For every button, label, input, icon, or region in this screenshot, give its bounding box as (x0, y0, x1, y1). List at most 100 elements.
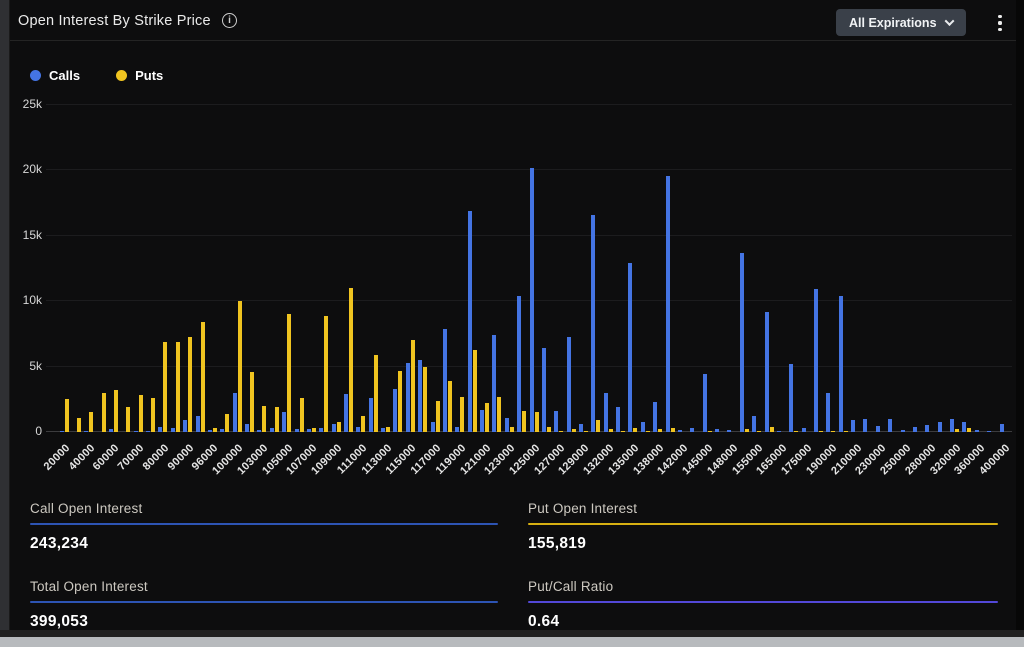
stat-underline (30, 523, 498, 525)
x-tick-40000: 40000 (66, 442, 97, 473)
put-bar-160000 (770, 427, 774, 432)
call-bar-108000 (319, 428, 323, 432)
call-bar-400000 (1000, 424, 1004, 433)
call-bar-240000 (888, 419, 892, 432)
put-bar-50000 (102, 393, 106, 432)
call-bar-165000 (777, 431, 781, 432)
call-bar-180000 (814, 289, 818, 432)
stat-value: 0.64 (528, 613, 998, 631)
put-bar-75000 (151, 398, 155, 432)
put-bar-119000 (460, 397, 464, 432)
y-tick-15k: 15k (12, 228, 42, 242)
stat-label: Total Open Interest (30, 579, 498, 594)
call-bar-200000 (839, 296, 843, 432)
put-bar-98000 (225, 414, 229, 432)
call-bar-122000 (492, 335, 496, 432)
call-bar-129000 (579, 424, 583, 432)
gridline-25k (46, 104, 1012, 105)
x-tick-70000: 70000 (116, 442, 147, 473)
call-bar-85000 (171, 428, 175, 432)
expirations-dropdown-label: All Expirations (849, 16, 937, 30)
call-bar-146000 (715, 429, 719, 432)
call-bar-98000 (220, 429, 224, 432)
put-bar-120000 (473, 350, 477, 432)
plot-area: 25k20k15k10k5k02000040000600007000080000… (46, 105, 1012, 432)
call-bar-125000 (530, 168, 534, 432)
call-bar-150000 (740, 253, 744, 432)
put-bar-105000 (287, 314, 291, 432)
call-bar-300000 (938, 422, 942, 432)
call-bar-106000 (295, 429, 299, 432)
call-bar-124000 (517, 296, 521, 432)
call-bar-190000 (826, 393, 830, 432)
x-tick-90000: 90000 (165, 442, 196, 473)
call-bar-119000 (455, 427, 459, 432)
call-bar-80000 (158, 427, 162, 432)
call-bar-20000 (60, 431, 64, 432)
call-bar-360000 (975, 430, 979, 432)
call-bar-138000 (653, 402, 657, 432)
put-bar-103000 (262, 406, 266, 432)
window-bottom-border (0, 630, 1024, 637)
stat-label: Put/Call Ratio (528, 579, 998, 594)
call-bar-230000 (876, 426, 880, 432)
put-bar-135000 (633, 428, 637, 432)
put-bar-118000 (448, 381, 452, 432)
put-bar-20000 (65, 399, 69, 432)
put-bar-132000 (609, 429, 613, 432)
call-bar-250000 (901, 430, 905, 432)
put-bar-170000 (794, 431, 798, 432)
puts-legend-label: Puts (135, 68, 163, 83)
expirations-dropdown[interactable]: All Expirations (836, 9, 966, 36)
call-bar-123000 (505, 418, 509, 432)
call-bar-130000 (591, 215, 595, 432)
put-bar-136000 (646, 431, 650, 432)
window-left-edge (0, 0, 10, 632)
put-bar-134000 (621, 431, 625, 432)
legend-item-puts[interactable]: Puts (116, 68, 163, 83)
y-tick-5k: 5k (12, 359, 42, 373)
call-bar-340000 (962, 422, 966, 432)
put-bar-90000 (188, 337, 192, 432)
call-bar-60000 (109, 429, 113, 432)
stat-total-open-interest: Total Open Interest 399,053 (30, 579, 498, 631)
put-bar-93000 (201, 322, 205, 432)
call-bar-148000 (727, 430, 731, 432)
put-bar-200000 (844, 431, 848, 432)
put-bar-125000 (535, 412, 539, 432)
call-bar-90000 (183, 420, 187, 432)
put-bar-40000 (89, 412, 93, 432)
stat-label: Put Open Interest (528, 501, 998, 516)
window-bottom-edge (0, 637, 1024, 647)
put-bar-106000 (300, 398, 304, 432)
call-bar-111000 (356, 427, 360, 432)
info-icon[interactable]: i (222, 13, 237, 28)
call-bar-40000 (84, 431, 88, 432)
x-tick-60000: 60000 (91, 442, 122, 473)
kebab-menu-icon (998, 15, 1001, 18)
open-interest-panel: Open Interest By Strike Price i All Expi… (10, 0, 1016, 632)
put-bar-115000 (411, 340, 415, 432)
legend-item-calls[interactable]: Calls (30, 68, 80, 83)
stat-put-call-ratio: Put/Call Ratio 0.64 (528, 579, 998, 631)
call-bar-175000 (802, 428, 806, 432)
call-bar-134000 (616, 407, 620, 433)
put-bar-127000 (559, 431, 563, 432)
stat-put-open-interest: Put Open Interest 155,819 (528, 501, 998, 553)
put-bar-110000 (349, 288, 353, 432)
call-bar-121000 (480, 410, 484, 432)
put-bar-145000 (708, 431, 712, 432)
call-bar-142000 (678, 430, 682, 432)
put-bar-126000 (547, 427, 551, 432)
y-tick-10k: 10k (12, 293, 42, 307)
call-bar-75000 (146, 431, 150, 432)
call-bar-116000 (418, 360, 422, 432)
call-bar-136000 (641, 422, 645, 432)
more-options-button[interactable] (991, 11, 1009, 35)
call-bar-127000 (554, 411, 558, 432)
put-bar-190000 (831, 431, 835, 432)
put-bar-112000 (374, 355, 378, 432)
chevron-down-icon (944, 16, 954, 26)
y-tick-0: 0 (12, 424, 42, 438)
call-bar-107000 (307, 429, 311, 432)
